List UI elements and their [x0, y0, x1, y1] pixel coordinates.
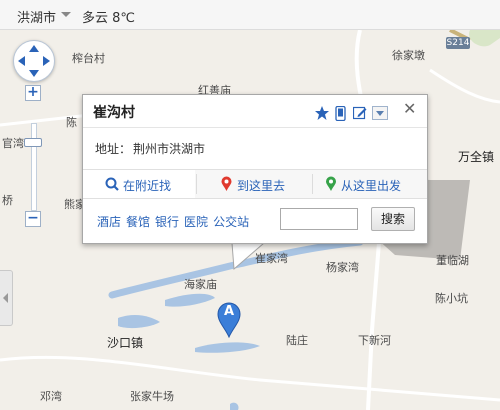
info-window-title: 崔沟村 — [93, 105, 135, 121]
side-panel-toggle[interactable] — [0, 270, 13, 326]
tab-label: 在附近找 — [123, 179, 172, 193]
tab-directions-from[interactable]: 从这里出发 — [313, 170, 427, 198]
info-window: 崔沟村 ✕ 地址： 荆州市洪湖市 在附近找 到这里去 从这里出发 酒店 餐馆 银… — [82, 94, 428, 244]
tab-search-nearby[interactable]: 在附近找 — [83, 170, 195, 198]
chevron-down-icon[interactable] — [61, 12, 71, 17]
location-marker[interactable]: A — [217, 302, 241, 338]
place-label: 陈 — [66, 116, 77, 129]
tab-label: 到这里去 — [237, 179, 286, 193]
zoom-slider-track[interactable] — [31, 123, 37, 211]
top-bar: 洪湖市 多云 8℃ — [0, 0, 500, 30]
place-label: 张家牛场 — [130, 390, 174, 403]
pin-icon — [221, 176, 232, 191]
chevron-left-icon — [3, 293, 8, 303]
nearby-search-input[interactable] — [280, 208, 358, 230]
address-value: 荆州市洪湖市 — [133, 142, 206, 156]
divider — [83, 127, 427, 128]
road-badge: S214 — [446, 37, 470, 49]
nearby-category-links: 酒店 餐馆 银行 医院 公交站 — [97, 213, 254, 230]
place-label: 榨台村 — [72, 52, 105, 65]
place-label: 海家庙 — [184, 278, 217, 291]
link-bus-stop[interactable]: 公交站 — [213, 215, 249, 229]
popup-pointer — [231, 242, 266, 270]
tab-directions-to[interactable]: 到这里去 — [197, 170, 312, 198]
phone-icon[interactable] — [335, 106, 346, 121]
flag-icon — [326, 176, 336, 191]
address-label: 地址： — [95, 142, 132, 156]
city-selector[interactable]: 洪湖市 — [17, 7, 56, 26]
tab-label: 从这里出发 — [341, 179, 402, 193]
link-restaurant[interactable]: 餐馆 — [126, 215, 150, 229]
place-label: 邓湾 — [40, 390, 62, 403]
pan-control[interactable] — [13, 40, 55, 82]
marker-letter: A — [223, 304, 235, 319]
place-label: 陆庄 — [286, 334, 308, 347]
search-button[interactable]: 搜索 — [371, 207, 415, 231]
zoom-out-button[interactable]: − — [25, 211, 41, 227]
place-label: 杨家湾 — [326, 261, 359, 274]
weather-info: 多云 8℃ — [82, 11, 136, 26]
zoom-in-button[interactable]: + — [25, 85, 41, 101]
dropdown-icon[interactable] — [372, 106, 388, 120]
place-label: 徐家墩 — [392, 49, 425, 62]
action-tabs: 在附近找 到这里去 从这里出发 — [83, 169, 427, 199]
map-app: 洪湖市 多云 8℃ S214 榨台村 徐家墩 红善庙 陈 万全镇 官湾 桥 熊家… — [0, 0, 500, 410]
place-label: 万全镇 — [458, 150, 495, 164]
place-label: 董临湖 — [436, 254, 469, 267]
pan-arrows-icon — [18, 45, 50, 77]
link-bank[interactable]: 银行 — [155, 215, 179, 229]
close-icon[interactable]: ✕ — [403, 99, 416, 118]
place-label: 下新河 — [358, 334, 391, 347]
place-label: 沙口镇 — [107, 336, 144, 350]
place-label: 陈小坑 — [435, 292, 468, 305]
link-hospital[interactable]: 医院 — [184, 215, 208, 229]
star-icon[interactable] — [315, 106, 329, 120]
zoom-slider-handle[interactable] — [24, 138, 42, 147]
place-label: 官湾 — [2, 137, 24, 150]
link-hotel[interactable]: 酒店 — [97, 215, 121, 229]
search-icon — [105, 177, 119, 191]
place-label: 桥 — [2, 194, 13, 207]
edit-icon[interactable] — [353, 106, 367, 120]
